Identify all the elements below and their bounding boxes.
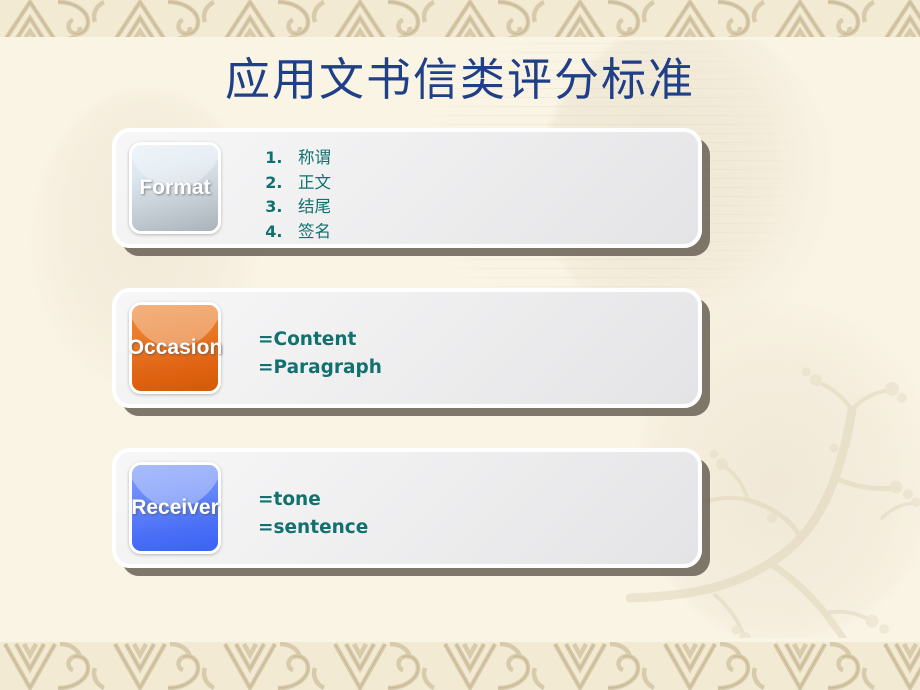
- format-numbered-list: 称谓 正文 结尾 签名: [258, 146, 686, 244]
- format-tile-icon[interactable]: Format: [129, 142, 221, 234]
- slide-title: 应用文书信类评分标准: [224, 53, 695, 106]
- decorative-top-band: [0, 0, 920, 40]
- list-item-label: 结尾: [298, 197, 331, 217]
- receiver-line: =sentence: [258, 517, 369, 538]
- panel-receiver[interactable]: Receiver =tone =sentence: [112, 448, 702, 568]
- panel-occasion[interactable]: Occasion =Content =Paragraph: [112, 288, 702, 408]
- panel-format-body: 称谓 正文 结尾 签名: [258, 146, 686, 244]
- tile-label-format: Format: [139, 176, 211, 199]
- list-item-label: 正文: [298, 172, 331, 192]
- tile-label-occasion: Occasion: [127, 336, 223, 359]
- list-item: 结尾: [288, 195, 686, 220]
- occasion-line: =Paragraph: [258, 357, 382, 378]
- list-item-label: 签名: [298, 221, 331, 241]
- panel-format[interactable]: Format 称谓 正文 结尾 签名: [112, 128, 702, 248]
- panel-occasion-body: =Content =Paragraph: [258, 326, 686, 382]
- decorative-bottom-band: [0, 638, 920, 690]
- list-item-label: 称谓: [298, 148, 331, 167]
- slide-canvas: 应用文书信类评分标准 Format 称谓 正文 结尾 签名 Occasion =…: [0, 0, 920, 690]
- list-item: 签名: [288, 220, 686, 245]
- tile-label-receiver: Receiver: [131, 496, 219, 519]
- panel-receiver-body: =tone =sentence: [258, 486, 686, 542]
- occasion-line: =Content: [258, 329, 357, 350]
- list-item: 正文: [288, 171, 686, 196]
- receiver-line: =tone: [258, 489, 321, 510]
- occasion-tile-icon[interactable]: Occasion: [127, 302, 223, 394]
- receiver-tile-icon[interactable]: Receiver: [129, 462, 221, 554]
- list-item: 称谓: [288, 146, 686, 171]
